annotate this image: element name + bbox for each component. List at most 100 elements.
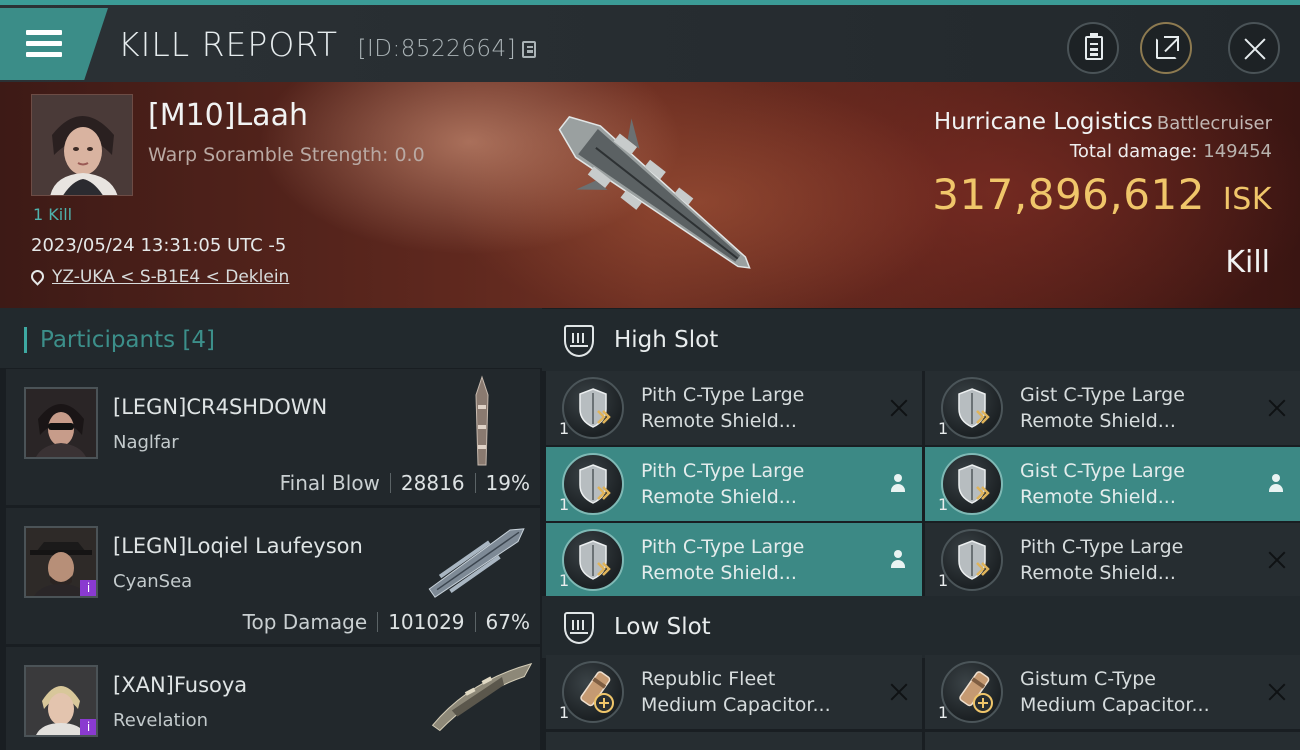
avatar[interactable]: i xyxy=(24,526,98,598)
high-slot-title: High Slot xyxy=(614,327,719,353)
divider xyxy=(474,473,476,493)
module-slot[interactable]: 1 Pith C-Type Large Remote Shield... xyxy=(546,523,922,597)
share-button[interactable] xyxy=(1140,22,1192,74)
shield-module-icon xyxy=(941,377,1003,439)
participant-card[interactable]: [LEGN]CR4SHDOWN Naglfar Final Blow 28816 1… xyxy=(6,369,540,505)
module-name-line2: Remote Shield... xyxy=(1020,562,1176,584)
module-quantity: 1 xyxy=(938,495,949,514)
participant-stats: Final Blow 28816 19% xyxy=(280,470,530,495)
capacitor-module-graphic xyxy=(580,671,614,713)
participant-ship: Revelation xyxy=(113,710,209,731)
participant-percent: 67% xyxy=(485,610,530,634)
victim-ship-image xyxy=(558,116,751,269)
participant-tag: Final Blow xyxy=(279,471,380,495)
module-slot[interactable]: 1 Pith C-Type Large Remote Shield... xyxy=(546,447,922,521)
location-pin-icon xyxy=(28,267,47,286)
avatar-image xyxy=(26,389,96,457)
info-badge-icon[interactable]: i xyxy=(80,719,96,735)
module-slot[interactable] xyxy=(925,732,1300,750)
module-name-line2: Remote Shield... xyxy=(1020,410,1176,432)
module-name-line2: Remote Shield... xyxy=(1020,486,1176,508)
module-slot[interactable]: 1 Republic Fleet Medium Capacitor... xyxy=(546,655,922,729)
participant-card[interactable]: i [XAN]Fusoya Revelation xyxy=(6,647,540,750)
destroyed-x-icon xyxy=(890,399,908,417)
victim-name[interactable]: [M10]Laah xyxy=(148,98,308,133)
module-slot[interactable]: 1 Gistum C-Type Medium Capacitor... xyxy=(925,655,1300,729)
participant-name[interactable]: [LEGN]CR4SHDOWN xyxy=(113,395,327,419)
module-slot[interactable] xyxy=(546,732,922,750)
location-link[interactable]: YZ-UKA < S-B1E4 < Deklein xyxy=(52,267,289,287)
result-label: Kill xyxy=(1225,245,1270,280)
victim-ship-name-text: Hurricane Logistics xyxy=(933,109,1153,135)
divider xyxy=(389,473,391,493)
capacitor-module-graphic xyxy=(959,671,993,713)
destroyed-x-icon xyxy=(1268,399,1286,417)
page-title: KILL REPORT [ID:8522664] xyxy=(118,25,537,64)
participants-label: Participants xyxy=(40,327,176,353)
module-name: Gistum C-Type Medium Capacitor... xyxy=(1020,666,1260,718)
victim-ship-class: Battlecruiser xyxy=(1156,113,1272,134)
module-name: Pith C-Type Large Remote Shield... xyxy=(641,382,881,434)
module-slot[interactable]: 1 Pith C-Type Large Remote Shield... xyxy=(546,371,922,445)
module-name-line2: Remote Shield... xyxy=(641,562,797,584)
shield-module-graphic xyxy=(958,388,990,428)
report-id: [ID:8522664] xyxy=(357,36,517,62)
module-name-line1: Republic Fleet xyxy=(641,668,776,690)
low-slot-header[interactable]: Low Slot xyxy=(542,596,1300,658)
victim-avatar[interactable] xyxy=(31,94,133,196)
avatar[interactable] xyxy=(24,387,98,459)
avatar[interactable]: i xyxy=(24,665,98,737)
participants-count: [4] xyxy=(182,327,216,353)
module-slot[interactable]: 1 Gist C-Type Large Remote Shield... xyxy=(925,371,1300,445)
hamburger-icon xyxy=(26,30,62,35)
shield-module-graphic xyxy=(958,540,990,580)
participant-tag: Top Damage xyxy=(242,610,368,634)
high-slot-header[interactable]: High Slot xyxy=(542,309,1300,371)
kill-datetime: 2023/05/24 13:31:05 UTC -5 xyxy=(31,235,287,256)
module-quantity: 1 xyxy=(559,703,570,722)
shield-module-icon xyxy=(562,529,624,591)
clipboard-button[interactable] xyxy=(1067,22,1119,74)
participant-card[interactable]: i [LEGN]Loqiel Laufeyson CyanSea Top Dam… xyxy=(6,508,540,644)
module-quantity: 1 xyxy=(559,419,570,438)
participant-name[interactable]: [XAN]Fusoya xyxy=(113,673,247,697)
close-button[interactable] xyxy=(1228,22,1280,74)
top-bar: KILL REPORT [ID:8522664] xyxy=(0,0,1300,82)
module-name-line1: Gist C-Type Large xyxy=(1020,384,1185,406)
shield-module-icon xyxy=(562,453,624,515)
copy-icon[interactable] xyxy=(522,41,537,58)
info-badge-icon[interactable]: i xyxy=(80,580,96,596)
participant-ship: CyanSea xyxy=(113,571,193,592)
participant-name[interactable]: [LEGN]Loqiel Laufeyson xyxy=(113,534,363,558)
hamburger-icon-bar xyxy=(26,41,62,46)
module-name-line2: Remote Shield... xyxy=(641,410,797,432)
participant-ship: Naglfar xyxy=(113,432,179,453)
module-name-line2: Remote Shield... xyxy=(641,486,797,508)
high-slot-icon xyxy=(564,325,594,357)
module-name-line1: Pith C-Type Large xyxy=(1020,536,1184,558)
module-name-line1: Pith C-Type Large xyxy=(641,460,805,482)
module-slot[interactable]: 1 Pith C-Type Large Remote Shield... xyxy=(925,523,1300,597)
module-quantity: 1 xyxy=(938,419,949,438)
module-name-line1: Gistum C-Type xyxy=(1020,668,1156,690)
kill-count: 1 Kill xyxy=(33,205,73,224)
module-slot[interactable]: 1 Gist C-Type Large Remote Shield... xyxy=(925,447,1300,521)
participants-title: Participants [4] xyxy=(40,327,215,353)
low-slot-title: Low Slot xyxy=(614,614,711,640)
participants-panel: Participants [4] [LEGN]CR4SHDOWN Naglfar… xyxy=(0,308,542,750)
isk-value: 317,896,612 ISK xyxy=(932,170,1272,219)
fitting-panel: High Slot 1 Pith C-Type Large Remote Shi… xyxy=(542,308,1300,750)
destroyed-x-icon xyxy=(890,683,908,701)
total-damage-label: Total damage: xyxy=(1069,141,1198,162)
divider xyxy=(377,612,379,632)
module-name: Republic Fleet Medium Capacitor... xyxy=(641,666,881,718)
module-name: Pith C-Type Large Remote Shield... xyxy=(641,534,881,586)
module-name-line2: Medium Capacitor... xyxy=(641,694,831,716)
capacitor-module-icon xyxy=(941,661,1003,723)
kill-location[interactable]: YZ-UKA < S-B1E4 < Deklein xyxy=(28,267,289,287)
victim-avatar-image xyxy=(32,95,132,195)
hamburger-icon-bar xyxy=(26,52,62,57)
participant-percent: 19% xyxy=(485,471,530,495)
shield-module-graphic xyxy=(579,464,611,504)
menu-button[interactable] xyxy=(0,8,108,80)
